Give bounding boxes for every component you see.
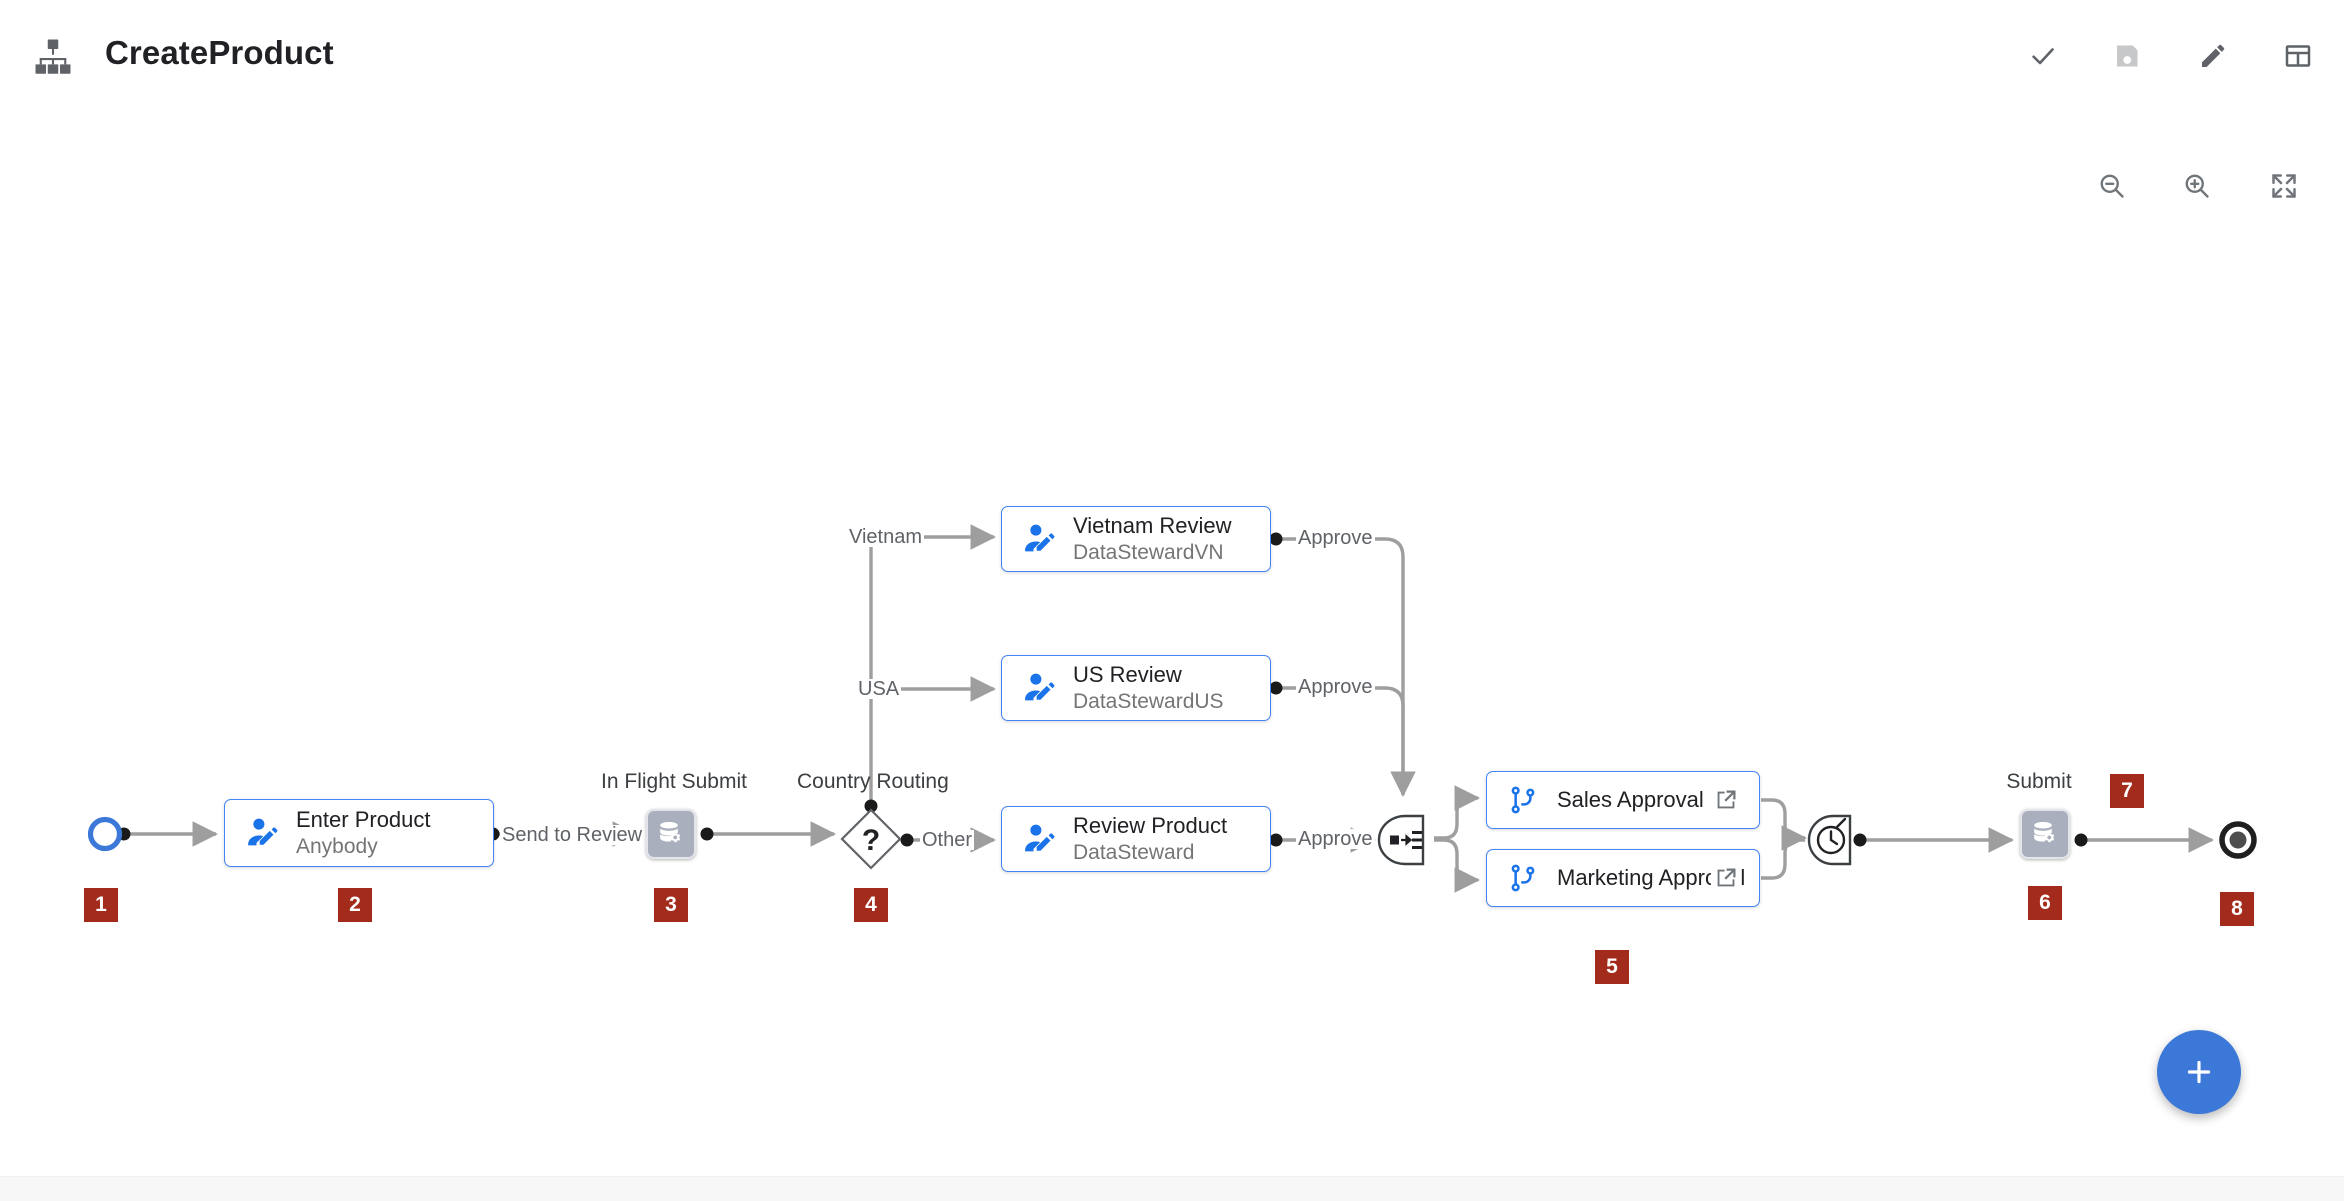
step-badge-5[interactable]: 5 bbox=[1595, 950, 1629, 984]
step-badge-8[interactable]: 8 bbox=[2220, 892, 2254, 926]
edge-label-vietnam: Vietnam bbox=[847, 526, 925, 548]
zoom-in-button[interactable] bbox=[2175, 164, 2219, 208]
edit-button[interactable] bbox=[2190, 33, 2236, 79]
branch-icon bbox=[1507, 784, 1539, 816]
table-view-button[interactable] bbox=[2275, 33, 2321, 79]
node-assignee: DataStewardUS bbox=[1073, 689, 1224, 713]
node-text: Vietnam Review DataStewardVN bbox=[1073, 513, 1232, 566]
node-country-routing[interactable]: ? bbox=[838, 806, 904, 872]
node-assignee: DataStewardVN bbox=[1073, 540, 1224, 564]
caption-submit: Submit bbox=[2006, 770, 2072, 793]
node-title: Vietnam Review bbox=[1073, 512, 1232, 538]
validate-button[interactable] bbox=[2020, 33, 2066, 79]
step-badge-7[interactable]: 7 bbox=[2110, 774, 2144, 808]
edge-label-other: Other bbox=[920, 829, 975, 851]
edge-label-usa: USA bbox=[856, 678, 902, 700]
diagram-canvas[interactable]: Enter Product Anybody Send to Review In … bbox=[0, 0, 2344, 1176]
fork-icon bbox=[1377, 814, 1425, 866]
node-text: Enter Product Anybody bbox=[296, 807, 431, 860]
svg-text:?: ? bbox=[862, 824, 880, 857]
branch-icon bbox=[1507, 862, 1539, 894]
node-timer-join-gateway[interactable] bbox=[1806, 813, 1860, 867]
node-text: US Review DataStewardUS bbox=[1073, 662, 1224, 715]
step-badge-1[interactable]: 1 bbox=[84, 888, 118, 922]
node-assignee: Anybody bbox=[296, 834, 378, 858]
save-button[interactable] bbox=[2104, 33, 2150, 79]
node-vietnam-review[interactable]: Vietnam Review DataStewardVN bbox=[1001, 506, 1271, 572]
workflow-diagram: Enter Product Anybody Send to Review In … bbox=[0, 0, 2344, 1176]
external-link-icon[interactable] bbox=[1711, 785, 1741, 815]
node-sales-approval[interactable]: Sales Approval bbox=[1486, 771, 1760, 829]
user-edit-icon bbox=[1021, 669, 1059, 707]
caption-in-flight-submit: In Flight Submit bbox=[601, 770, 747, 793]
node-title: Enter Product bbox=[296, 806, 431, 832]
node-label: Marketing Approval bbox=[1557, 865, 1746, 890]
node-marketing-approval[interactable]: Marketing Approval bbox=[1486, 849, 1760, 907]
exclusive-gateway-icon: ? bbox=[840, 808, 902, 870]
workflow-editor: Enter Product Anybody Send to Review In … bbox=[0, 0, 2344, 1201]
edge-label-approve-us: Approve bbox=[1296, 676, 1375, 698]
node-us-review[interactable]: US Review DataStewardUS bbox=[1001, 655, 1271, 721]
edge-label-approve-vietnam: Approve bbox=[1296, 527, 1375, 549]
user-edit-icon bbox=[1021, 820, 1059, 858]
timer-icon bbox=[1807, 814, 1852, 866]
user-edit-icon bbox=[244, 814, 282, 852]
step-badge-2[interactable]: 2 bbox=[338, 888, 372, 922]
node-label: Sales Approval bbox=[1557, 787, 1704, 812]
step-badge-3[interactable]: 3 bbox=[654, 888, 688, 922]
node-text: Review Product DataSteward bbox=[1073, 813, 1227, 866]
table-icon bbox=[2285, 45, 2311, 67]
external-link-icon[interactable] bbox=[1711, 863, 1741, 893]
step-badge-4[interactable]: 4 bbox=[854, 888, 888, 922]
check-icon bbox=[2032, 48, 2054, 65]
node-title: Review Product bbox=[1073, 812, 1228, 838]
pencil-icon bbox=[2202, 44, 2225, 67]
app-header: CreateProduct bbox=[0, 0, 2344, 198]
node-fork-gateway[interactable] bbox=[1376, 812, 1434, 868]
node-enter-product[interactable]: Enter Product Anybody bbox=[224, 799, 494, 867]
edge-label-send-to-review: Send to Review bbox=[500, 824, 645, 846]
magnifier-minus-icon bbox=[2100, 174, 2124, 198]
magnifier-plus-icon bbox=[2185, 174, 2209, 198]
zoom-out-button[interactable] bbox=[2090, 164, 2134, 208]
node-assignee: DataSteward bbox=[1073, 840, 1195, 864]
node-title: US Review bbox=[1073, 661, 1182, 687]
caption-country-routing: Country Routing bbox=[797, 770, 949, 793]
plus-icon bbox=[2187, 1060, 2211, 1084]
hierarchy-icon bbox=[32, 36, 74, 78]
save-icon bbox=[2117, 45, 2138, 67]
node-review-product[interactable]: Review Product DataSteward bbox=[1001, 806, 1271, 872]
step-badge-6[interactable]: 6 bbox=[2028, 886, 2062, 920]
start-event-node[interactable] bbox=[85, 814, 125, 854]
expand-arrows-icon bbox=[2272, 174, 2296, 198]
end-event-icon bbox=[2219, 821, 2257, 859]
user-edit-icon bbox=[1021, 520, 1059, 558]
bottom-status-band bbox=[0, 1176, 2344, 1201]
start-event-icon bbox=[87, 816, 123, 852]
database-gear-icon bbox=[2033, 821, 2055, 843]
node-submit[interactable] bbox=[2020, 809, 2070, 859]
node-in-flight-submit[interactable] bbox=[646, 809, 696, 859]
add-node-fab[interactable] bbox=[2157, 1030, 2241, 1114]
edge-label-approve-datasteward: Approve bbox=[1296, 828, 1375, 850]
fit-screen-button[interactable] bbox=[2262, 164, 2306, 208]
end-event-node[interactable] bbox=[2216, 818, 2260, 862]
database-gear-icon bbox=[659, 821, 681, 843]
page-title: CreateProduct bbox=[105, 34, 334, 71]
